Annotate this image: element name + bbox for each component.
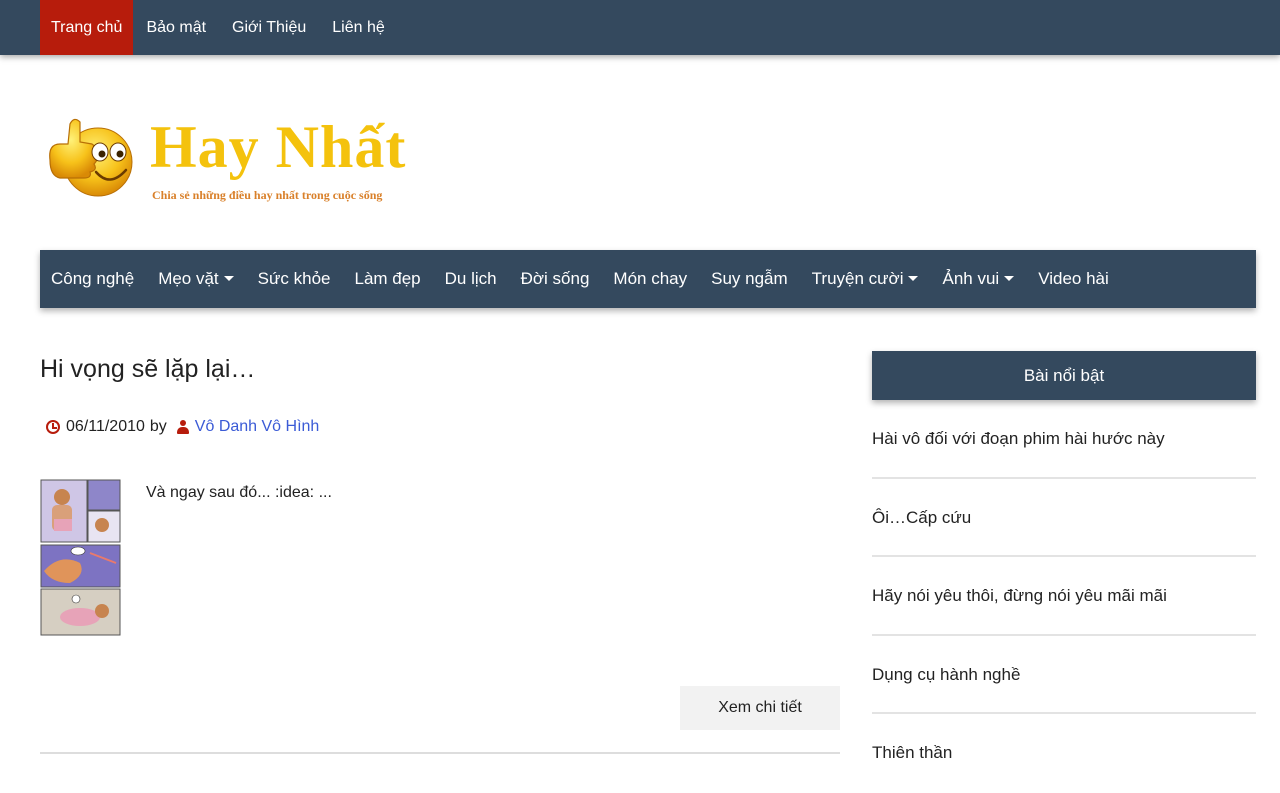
sidebar-featured-heading: Bài nổi bật: [872, 351, 1256, 400]
post-title[interactable]: Hi vọng sẽ lặp lại…: [40, 355, 255, 384]
category-item-travel[interactable]: Du lịch: [434, 250, 510, 308]
featured-post-item[interactable]: Dụng cụ hành nghề: [872, 636, 1256, 714]
caret-down-icon: [223, 276, 234, 281]
category-item-label: Làm đẹp: [354, 269, 421, 288]
category-item-reflection[interactable]: Suy ngẫm: [700, 250, 801, 308]
category-item-label: Suy ngẫm: [711, 269, 788, 288]
category-item-label: Đời sống: [520, 269, 590, 288]
post-author-link[interactable]: Vô Danh Vô Hình: [195, 418, 320, 436]
top-navbar: Trang chủ Bảo mật Giới Thiệu Liên hệ: [0, 0, 1280, 55]
category-item-tips[interactable]: Mẹo vặt: [147, 250, 246, 308]
post-thumbnail[interactable]: [40, 479, 121, 637]
logo-title: Hay Nhất: [150, 114, 407, 180]
category-item-label: Video hài: [1038, 269, 1109, 288]
category-item-life[interactable]: Đời sống: [510, 250, 603, 308]
read-more-button[interactable]: Xem chi tiết: [680, 686, 840, 730]
site-logo[interactable]: Hay Nhất Chia sẻ những điều hay nhất tro…: [46, 108, 446, 218]
category-navbar: Công nghệ Mẹo vặt Sức khỏe Làm đẹp Du lị…: [40, 250, 1256, 308]
category-item-jokes[interactable]: Truyện cười: [801, 250, 932, 308]
caret-down-icon: [908, 276, 919, 281]
category-item-label: Công nghệ: [51, 269, 135, 288]
top-nav-menu: Trang chủ Bảo mật Giới Thiệu Liên hệ: [40, 0, 398, 55]
top-nav-item-contact[interactable]: Liên hệ: [319, 0, 398, 55]
thumbs-up-smiley-icon: [49, 118, 133, 197]
category-item-label: Truyện cười: [811, 269, 904, 288]
category-item-funny-images[interactable]: Ảnh vui: [931, 250, 1027, 308]
category-item-health[interactable]: Sức khỏe: [247, 250, 344, 308]
caret-down-icon: [1004, 276, 1015, 281]
category-item-label: Ảnh vui: [942, 269, 1000, 288]
featured-post-item[interactable]: Hài vô đối với đoạn phim hài hước này: [872, 400, 1256, 479]
category-item-vegetarian[interactable]: Món chay: [602, 250, 700, 308]
category-item-technology[interactable]: Công nghệ: [40, 250, 147, 308]
featured-post-item[interactable]: Thiên thần: [872, 714, 1256, 793]
category-item-label: Mẹo vặt: [158, 269, 219, 288]
category-menu: Công nghệ Mẹo vặt Sức khỏe Làm đẹp Du lị…: [40, 250, 1256, 308]
top-nav-item-security[interactable]: Bảo mật: [133, 0, 219, 55]
top-nav-item-about[interactable]: Giới Thiệu: [219, 0, 319, 55]
featured-post-item[interactable]: Hãy nói yêu thôi, đừng nói yêu mãi mãi: [872, 557, 1256, 636]
post-excerpt: Và ngay sau đó... :idea: ...: [146, 484, 332, 501]
category-item-label: Món chay: [613, 269, 688, 288]
category-item-beauty[interactable]: Làm đẹp: [343, 250, 433, 308]
category-item-label: Du lịch: [444, 269, 497, 288]
post-meta: 06/11/2010 by Vô Danh Vô Hình: [46, 418, 319, 436]
post-date: 06/11/2010: [66, 418, 145, 435]
top-nav-item-home[interactable]: Trang chủ: [40, 0, 134, 55]
category-item-label: Sức khỏe: [257, 269, 331, 288]
featured-posts-list: Hài vô đối với đoạn phim hài hước này Ôi…: [872, 400, 1256, 793]
clock-icon: [46, 420, 60, 434]
featured-post-item[interactable]: Ôi…Cấp cứu: [872, 479, 1256, 557]
user-icon: [176, 420, 189, 434]
logo-tagline: Chia sẻ những điều hay nhất trong cuộc s…: [152, 188, 383, 202]
category-item-funny-videos[interactable]: Video hài: [1027, 250, 1122, 308]
post-by-label: by: [149, 418, 167, 435]
post-divider: [40, 752, 840, 754]
